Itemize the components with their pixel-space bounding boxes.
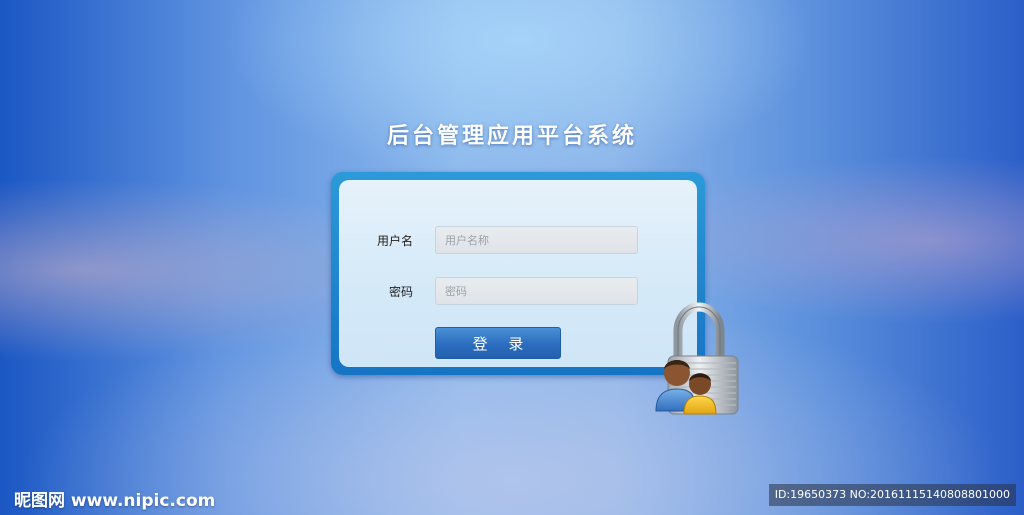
watermark-logo: 昵图网 www.nipic.com: [14, 491, 216, 511]
login-button[interactable]: 登 录: [435, 327, 561, 359]
username-label: 用户名: [376, 234, 413, 248]
page-title: 后台管理应用平台系统: [386, 124, 637, 149]
login-panel-inner: 用户名 密码 登 录: [339, 180, 697, 367]
username-row: 用户名: [339, 226, 697, 254]
password-label: 密码: [388, 285, 413, 299]
padlock-with-users-icon: [655, 302, 739, 415]
watermark-id: ID:19650373 NO:20161115140808801000: [768, 484, 1016, 506]
password-row: 密码: [339, 277, 697, 305]
username-input[interactable]: [435, 226, 638, 254]
password-input[interactable]: [435, 277, 638, 305]
login-panel: 用户名 密码 登 录: [331, 172, 705, 375]
